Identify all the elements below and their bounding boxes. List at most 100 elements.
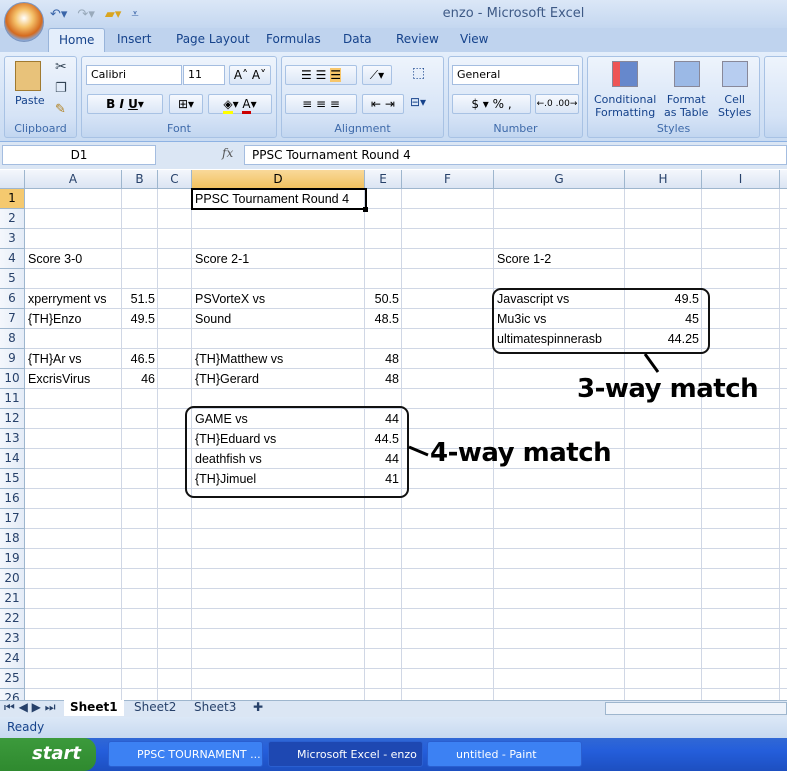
tab-home[interactable]: Home <box>48 28 106 54</box>
format-painter-icon[interactable]: ✎ <box>55 102 66 117</box>
grid-cell[interactable] <box>702 569 780 589</box>
grid-cell[interactable] <box>780 429 787 449</box>
grid-cell[interactable] <box>25 529 122 549</box>
grid-cell[interactable] <box>25 669 122 689</box>
grid-cell[interactable] <box>192 549 365 569</box>
grid-cell[interactable] <box>402 249 494 269</box>
grid-cell[interactable] <box>625 269 702 289</box>
grid-cell[interactable] <box>158 349 192 369</box>
cell-b6[interactable]: 51.5 <box>122 289 158 309</box>
grid-cell[interactable] <box>494 689 625 700</box>
horizontal-scrollbar[interactable] <box>605 702 787 715</box>
grid-cell[interactable] <box>494 529 625 549</box>
grid-cell[interactable] <box>494 489 625 509</box>
fill-and-font-color-buttons[interactable]: ◈▾ A▾ <box>208 94 272 114</box>
grid-cell[interactable] <box>402 269 494 289</box>
grid-cell[interactable] <box>365 609 402 629</box>
borders-button[interactable]: ⊞▾ <box>169 94 203 114</box>
grid-cell[interactable] <box>192 529 365 549</box>
row-header-13[interactable]: 13 <box>0 429 25 449</box>
grid-cell[interactable] <box>402 689 494 700</box>
row-header-10[interactable]: 10 <box>0 369 25 389</box>
grid-cell[interactable] <box>158 649 192 669</box>
grid-cell[interactable] <box>625 449 702 469</box>
grid-cell[interactable] <box>494 589 625 609</box>
indent-buttons[interactable]: ⇤ ⇥ <box>362 94 404 114</box>
grid-cell[interactable] <box>365 249 402 269</box>
paste-button[interactable]: Paste <box>15 94 45 107</box>
column-header-c[interactable]: C <box>158 170 192 189</box>
grid-cell[interactable] <box>122 649 158 669</box>
grid-cell[interactable] <box>158 629 192 649</box>
grid-cell[interactable] <box>122 429 158 449</box>
grid-cell[interactable] <box>122 609 158 629</box>
grid-cell[interactable] <box>25 189 122 209</box>
grid-cell[interactable] <box>494 209 625 229</box>
grid-cell[interactable] <box>702 449 780 469</box>
row-header-14[interactable]: 14 <box>0 449 25 469</box>
grid-cell[interactable] <box>158 509 192 529</box>
format-as-table-button[interactable]: Format as Table <box>664 93 708 119</box>
grid-cell[interactable] <box>494 229 625 249</box>
grid-cell[interactable] <box>702 429 780 449</box>
grid-cell[interactable] <box>702 409 780 429</box>
grid-cell[interactable] <box>402 369 494 389</box>
row-header-20[interactable]: 20 <box>0 569 25 589</box>
cell-b10[interactable]: 46 <box>122 369 158 389</box>
grid-cell[interactable] <box>625 589 702 609</box>
grid-cell[interactable] <box>780 369 787 389</box>
grid-cell[interactable] <box>192 569 365 589</box>
grid-cell[interactable] <box>780 289 787 309</box>
taskbar-item-excel[interactable]: Microsoft Excel - enzo <box>268 741 423 767</box>
row-header-7[interactable]: 7 <box>0 309 25 329</box>
grid-cell[interactable] <box>192 589 365 609</box>
grid-cell[interactable] <box>122 529 158 549</box>
grid-cell[interactable] <box>122 449 158 469</box>
grid-cell[interactable] <box>192 669 365 689</box>
cell-a9[interactable]: {TH}Ar vs <box>25 349 85 369</box>
column-header-partial[interactable] <box>780 170 787 189</box>
grid-cell[interactable] <box>122 249 158 269</box>
grid-cell[interactable] <box>25 589 122 609</box>
tab-review[interactable]: Review <box>396 32 439 46</box>
column-header-f[interactable]: F <box>402 170 494 189</box>
grid-cell[interactable] <box>702 509 780 529</box>
name-box[interactable]: D1 <box>2 145 156 165</box>
row-header-24[interactable]: 24 <box>0 649 25 669</box>
grid-cell[interactable] <box>192 689 365 700</box>
grid-cell[interactable] <box>780 569 787 589</box>
grid-cell[interactable] <box>494 629 625 649</box>
currency-percent-comma-buttons[interactable]: $ ▾ % , <box>452 94 531 114</box>
grid-cell[interactable] <box>494 269 625 289</box>
merge-center-icon[interactable]: ⊟▾ <box>410 95 426 109</box>
grid-cell[interactable] <box>402 409 494 429</box>
grid-cell[interactable] <box>122 689 158 700</box>
grid-cell[interactable] <box>402 509 494 529</box>
grid-cell[interactable] <box>780 649 787 669</box>
grid-cell[interactable] <box>192 229 365 249</box>
grid-cell[interactable] <box>625 509 702 529</box>
grid-cell[interactable] <box>780 549 787 569</box>
font-size-select[interactable]: 11 <box>183 65 225 85</box>
grid-cell[interactable] <box>402 189 494 209</box>
grid-cell[interactable] <box>25 569 122 589</box>
decimal-buttons[interactable]: ←.0 .00→ <box>535 94 579 114</box>
grid-cell[interactable] <box>25 449 122 469</box>
conditional-formatting-button[interactable]: Conditional Formatting <box>594 93 656 119</box>
grid-cell[interactable] <box>625 689 702 700</box>
grid-cell[interactable] <box>365 189 402 209</box>
select-all-corner[interactable] <box>0 170 25 189</box>
grid-cell[interactable] <box>402 289 494 309</box>
row-header-1[interactable]: 1 <box>0 189 25 209</box>
cell-d4[interactable]: Score 2-1 <box>192 249 252 269</box>
grid-cell[interactable] <box>25 429 122 449</box>
row-header-6[interactable]: 6 <box>0 289 25 309</box>
office-button[interactable] <box>4 2 44 42</box>
cell-a7[interactable]: {TH}Enzo <box>25 309 85 329</box>
grid-cell[interactable] <box>780 469 787 489</box>
grid-cell[interactable] <box>402 529 494 549</box>
grid-cell[interactable] <box>625 189 702 209</box>
grid-cell[interactable] <box>25 409 122 429</box>
grid-cell[interactable] <box>780 449 787 469</box>
column-header-i[interactable]: I <box>702 170 780 189</box>
